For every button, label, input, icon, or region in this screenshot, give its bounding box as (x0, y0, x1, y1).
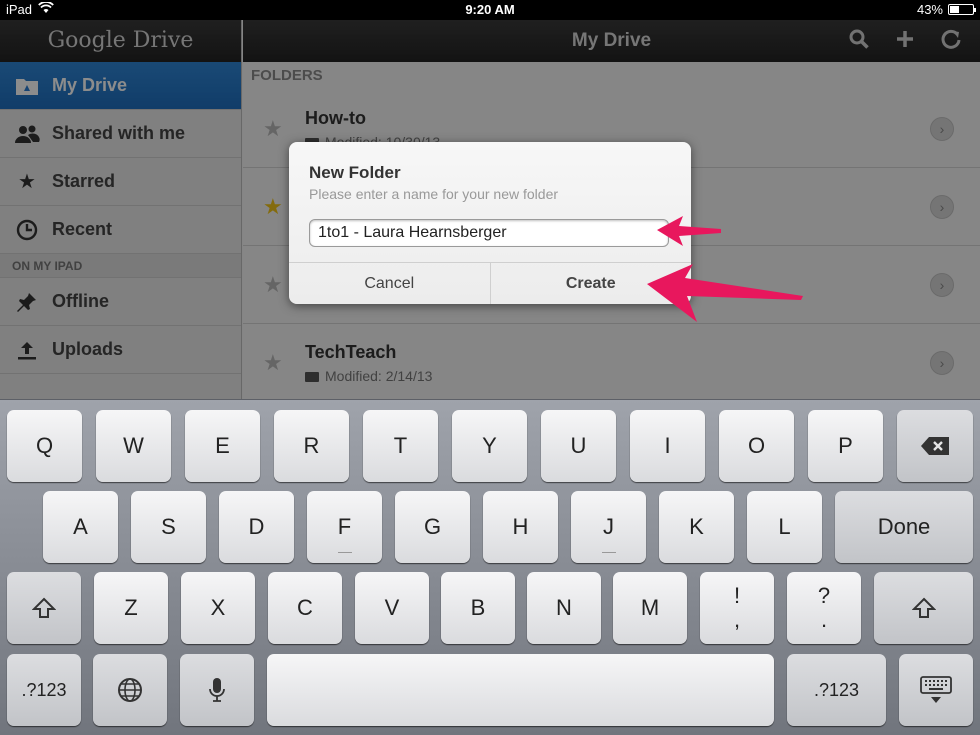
new-folder-dialog: New Folder Please enter a name for your … (289, 142, 691, 304)
microphone-icon (209, 678, 225, 702)
home-row-marker (337, 552, 352, 553)
globe-key[interactable] (93, 654, 167, 726)
folder-name-input[interactable]: 1to1 - Laura Hearnsberger (309, 219, 669, 247)
backspace-icon (921, 437, 949, 455)
key-k[interactable]: K (659, 491, 734, 563)
key-y[interactable]: Y (452, 410, 527, 482)
key-i[interactable]: I (630, 410, 705, 482)
dialog-buttons: Cancel Create (289, 262, 691, 304)
key-top-label: ? (817, 583, 831, 608)
key-g[interactable]: G (395, 491, 470, 563)
key-s[interactable]: S (131, 491, 206, 563)
key-bottom-label: , (733, 607, 741, 632)
key-u[interactable]: U (541, 410, 616, 482)
key-j[interactable]: J (571, 491, 646, 563)
key-c[interactable]: C (268, 572, 342, 644)
key-v[interactable]: V (355, 572, 429, 644)
key-w[interactable]: W (96, 410, 171, 482)
shift-icon (32, 597, 56, 618)
key-q[interactable]: Q (7, 410, 82, 482)
dialog-subtitle: Please enter a name for your new folder (309, 186, 559, 202)
shift-key-right[interactable] (874, 572, 973, 644)
key-x[interactable]: X (181, 572, 255, 644)
space-key[interactable] (267, 654, 774, 726)
key-o[interactable]: O (719, 410, 794, 482)
shift-icon (911, 597, 936, 618)
dictation-key[interactable] (180, 654, 254, 726)
annotation-arrow-input (657, 216, 721, 246)
cancel-button[interactable]: Cancel (289, 263, 490, 304)
key-top-label: ! (733, 583, 741, 608)
key-b[interactable]: B (441, 572, 515, 644)
dismiss-keyboard-key[interactable] (899, 654, 973, 726)
numbers-key-left[interactable]: .?123 (7, 654, 81, 726)
shift-key-left[interactable] (7, 572, 81, 644)
onscreen-keyboard: Q W E R T Y U I O P A S D F G H J K L Do… (0, 399, 980, 735)
backspace-key[interactable] (897, 410, 973, 482)
key-l[interactable]: L (747, 491, 822, 563)
battery-fill (950, 6, 959, 13)
key-f-label: F (337, 514, 352, 539)
keyboard-dismiss-icon (920, 676, 952, 703)
globe-icon (118, 678, 142, 702)
numbers-key-right[interactable]: .?123 (787, 654, 886, 726)
key-a[interactable]: A (43, 491, 118, 563)
battery-icon (948, 4, 976, 15)
status-time: 9:20 AM (465, 2, 515, 17)
key-d[interactable]: D (219, 491, 294, 563)
key-j-label: J (603, 514, 614, 539)
done-key[interactable]: Done (835, 491, 973, 563)
key-m[interactable]: M (613, 572, 687, 644)
battery-percent: 43% (916, 2, 943, 17)
key-z[interactable]: Z (94, 572, 168, 644)
key-f[interactable]: F (307, 491, 382, 563)
key-h[interactable]: H (483, 491, 558, 563)
key-p[interactable]: P (808, 410, 883, 482)
key-r[interactable]: R (274, 410, 349, 482)
key-question-period[interactable]: ?. (787, 572, 861, 644)
key-bottom-label: . (820, 607, 828, 632)
annotation-arrow-create (647, 264, 803, 322)
home-row-marker (601, 552, 616, 553)
key-n[interactable]: N (527, 572, 601, 644)
key-exclamation-comma[interactable]: !, (700, 572, 774, 644)
key-t[interactable]: T (363, 410, 438, 482)
dialog-title: New Folder (309, 163, 401, 182)
status-bar: iPad 9:20 AM 43% (0, 0, 980, 20)
key-e[interactable]: E (185, 410, 260, 482)
